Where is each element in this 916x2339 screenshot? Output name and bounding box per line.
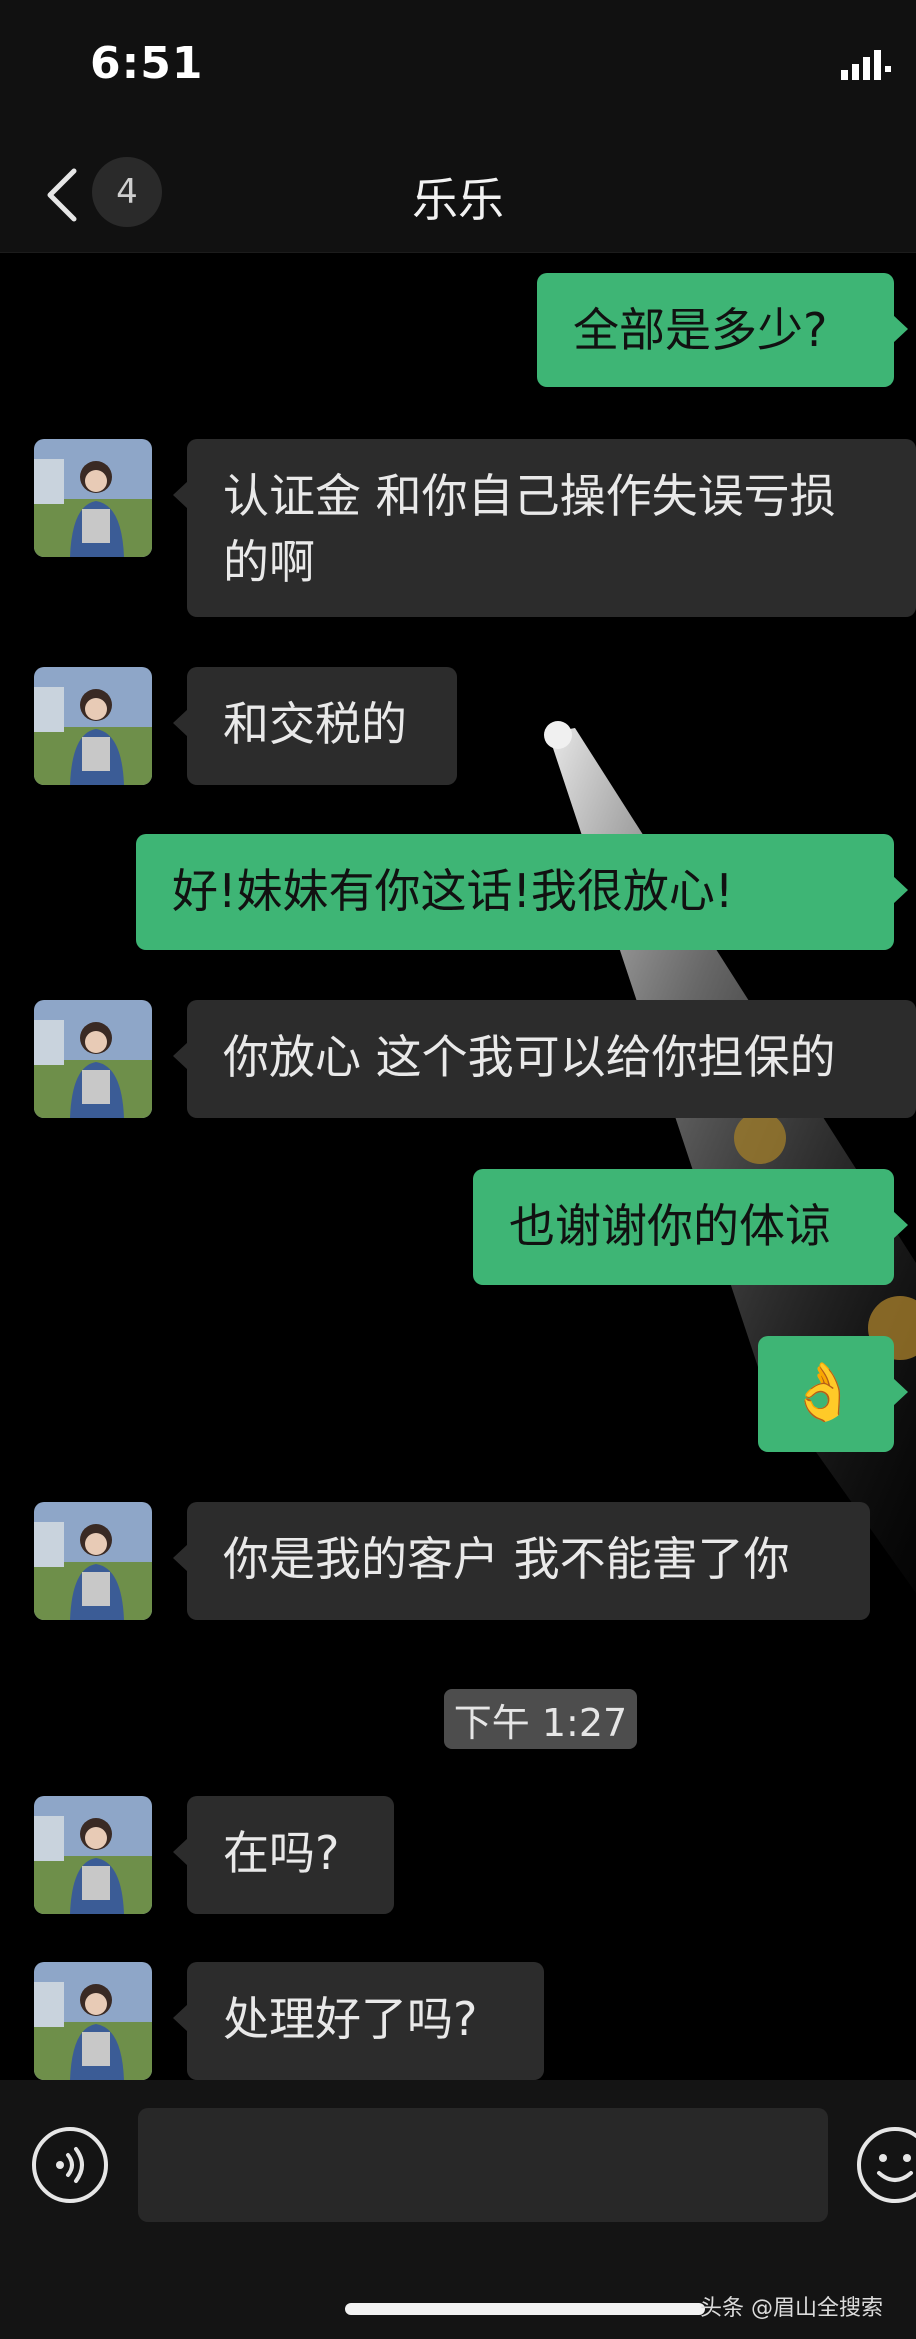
emoji-icon[interactable] [855,2125,916,2205]
message-text: 好!妹妹有你这话!我很放心! [172,864,734,918]
chat-title: 乐乐 [412,173,504,227]
timestamp-divider: 下午 1:27 [444,1689,637,1749]
message-text: 也谢谢你的体谅 [509,1199,831,1253]
message-bubble-received[interactable]: 和交税的 [173,667,457,785]
message-text: 处理好了吗? [223,1992,478,2046]
message-input[interactable] [138,2108,828,2222]
contact-avatar[interactable] [34,1000,152,1118]
contact-avatar[interactable] [34,439,152,557]
signal-icon [841,50,891,80]
ok-hand-emoji: 👌 [788,1360,858,1425]
contact-avatar[interactable] [34,1796,152,1914]
home-indicator[interactable] [345,2303,705,2315]
voice-icon[interactable] [30,2125,110,2205]
message-bubble-received[interactable]: 你放心 这个我可以给你担保的 [173,1000,916,1118]
message-bubble-sent[interactable]: 👌 [758,1336,908,1452]
chat-header: 4 乐乐 [0,140,916,253]
message-text: 你是我的客户 我不能害了你 [223,1532,790,1586]
message-bubble-received[interactable]: 你是我的客户 我不能害了你 [173,1502,870,1620]
contact-avatar[interactable] [34,667,152,785]
message-text: 认证金 和你自己操作失误亏损的啊 [223,469,836,589]
watermark: 头条 @眉山全搜索 [700,2296,883,2321]
message-text: 和交税的 [223,697,407,751]
message-bubble-received[interactable]: 处理好了吗? [173,1962,544,2080]
message-list[interactable]: 全部是多少? 认证金 和你自己操作失误亏损的啊 和交税的 好!妹妹有你这话!我很… [0,253,916,2080]
message-bubble-sent[interactable]: 好!妹妹有你这话!我很放心! [136,834,908,950]
contact-avatar[interactable] [34,1502,152,1620]
status-bar: 6:51 [0,0,916,140]
message-text: 你放心 这个我可以给你担保的 [223,1030,836,1084]
message-bubble-received[interactable]: 认证金 和你自己操作失误亏损的啊 [173,439,916,617]
contact-avatar[interactable] [34,1962,152,2080]
message-text: 全部是多少? [573,303,828,357]
message-bubble-received[interactable]: 在吗? [173,1796,394,1914]
status-time: 6:51 [90,38,204,89]
message-text: 在吗? [223,1826,340,1880]
message-bubble-sent[interactable]: 全部是多少? [537,273,908,387]
message-bubble-sent[interactable]: 也谢谢你的体谅 [473,1169,908,1285]
